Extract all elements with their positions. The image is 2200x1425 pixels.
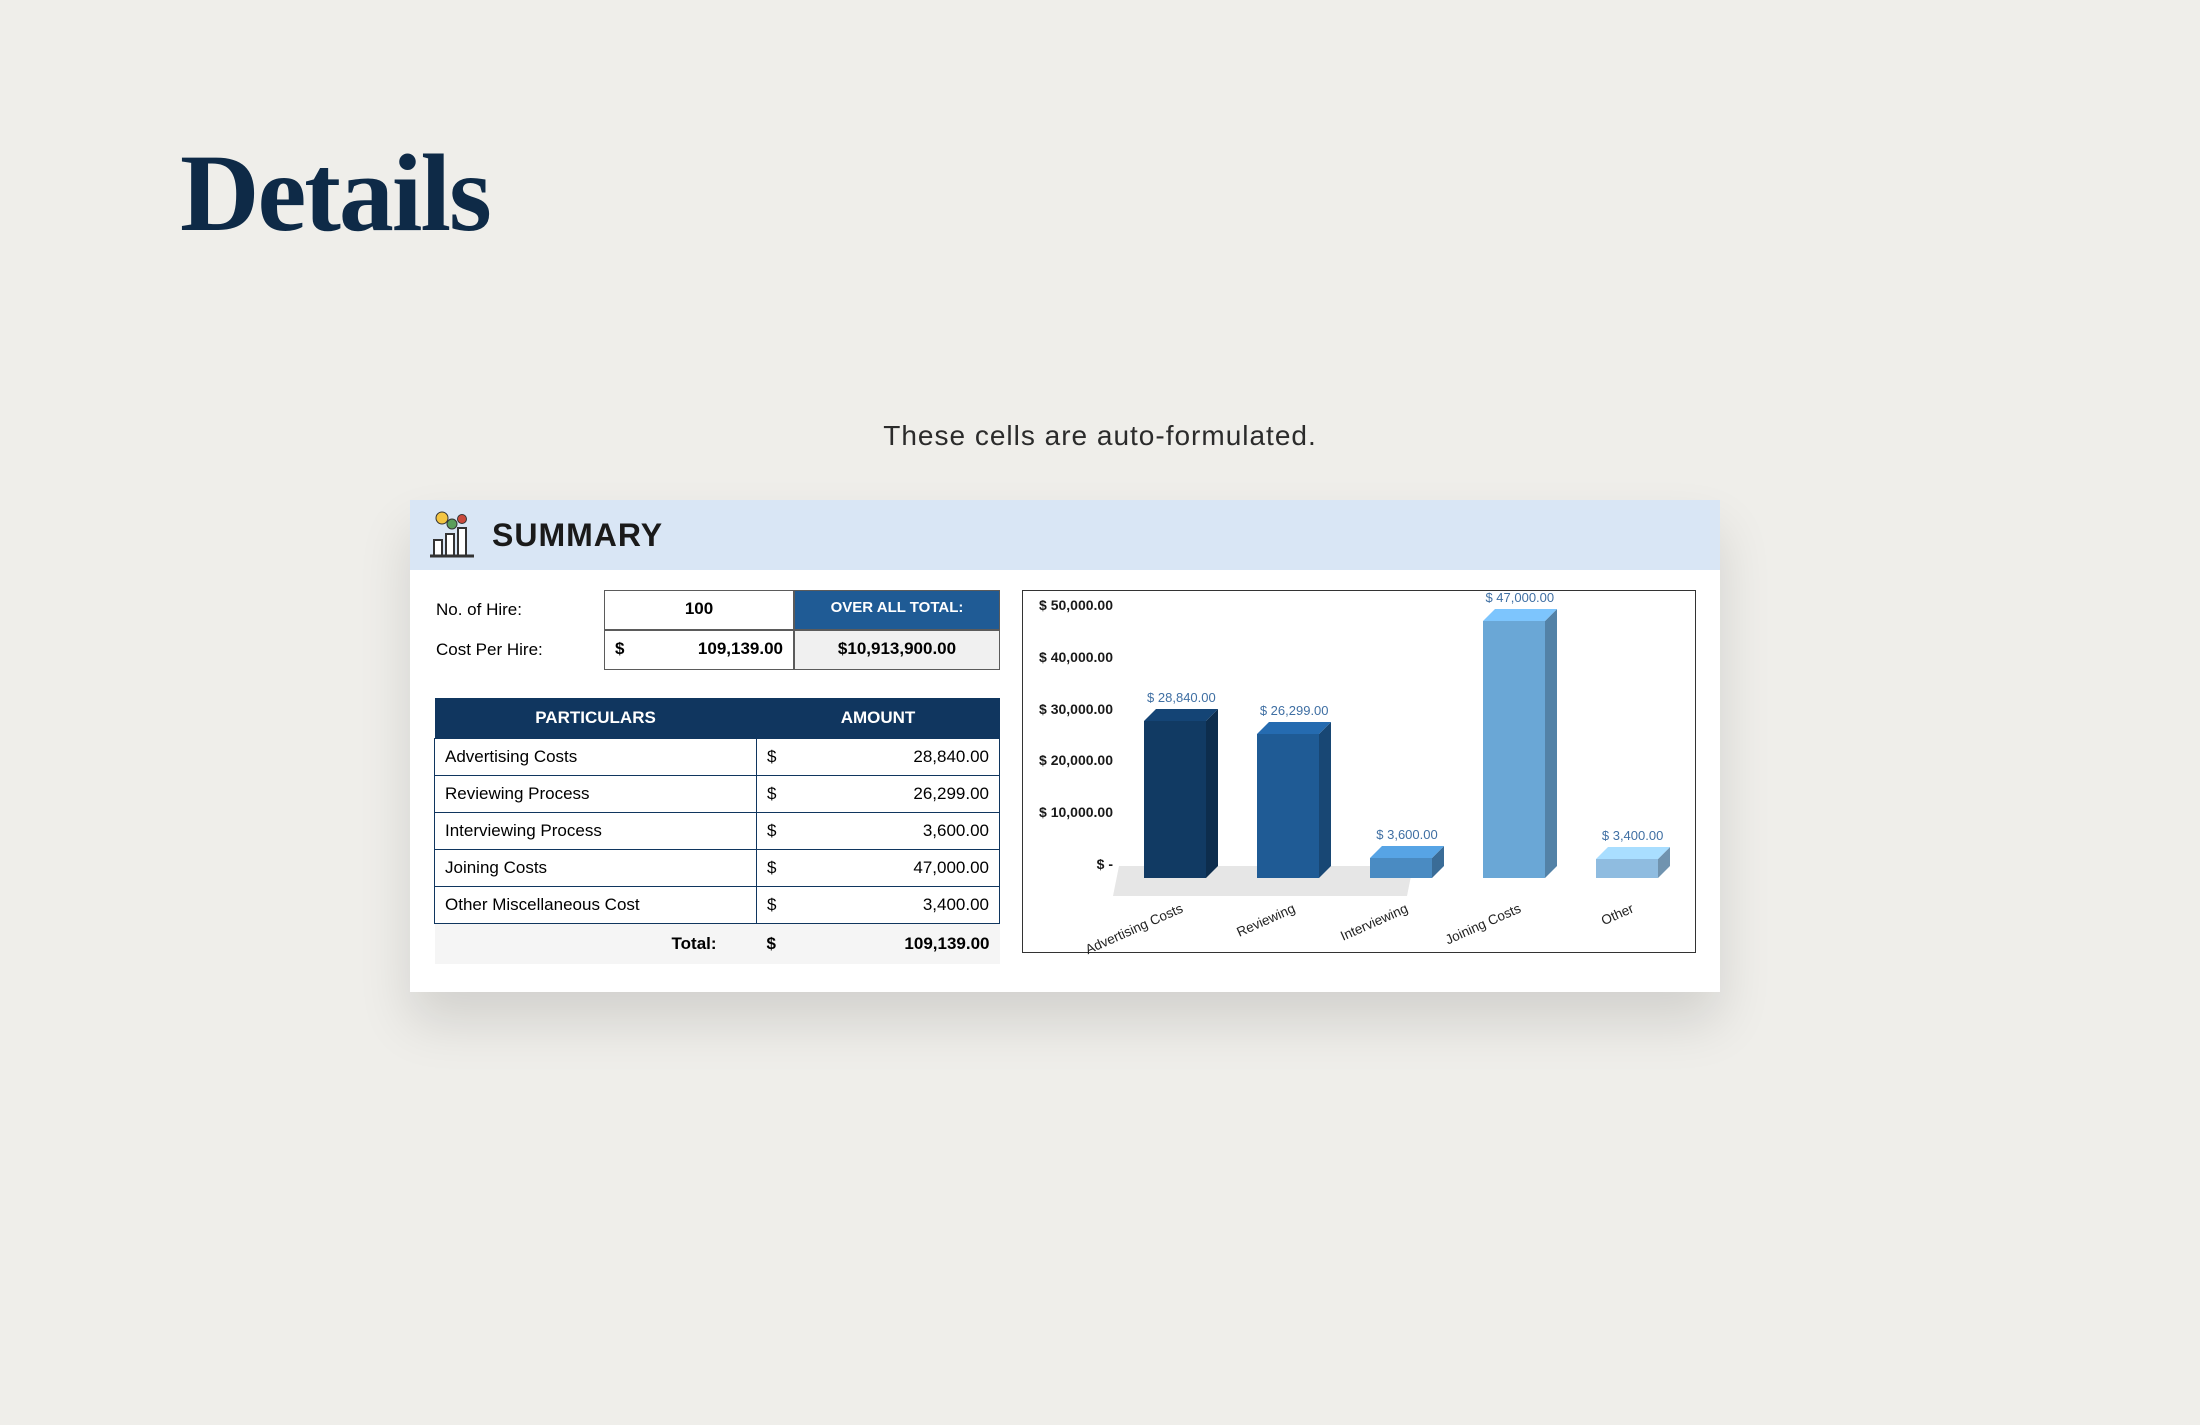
overall-total-value: $10,913,900.00 [794, 630, 1000, 670]
page-subtitle: These cells are auto-formulated. [0, 420, 2200, 452]
particulars-table: PARTICULARS AMOUNT Advertising Costs $28… [434, 698, 1000, 964]
summary-card: SUMMARY No. of Hire: 100 OVER ALL TOTAL:… [410, 500, 1720, 992]
total-amount: $109,139.00 [757, 924, 1000, 965]
col-amount: AMOUNT [757, 698, 1000, 739]
total-label: Total: [435, 924, 757, 965]
page-title: Details [180, 130, 490, 257]
y-tick: $ 50,000.00 [1023, 598, 1119, 612]
row-name: Reviewing Process [435, 776, 757, 813]
summary-left-panel: No. of Hire: 100 OVER ALL TOTAL: Cost Pe… [434, 590, 1000, 964]
chart-bar-label: $ 3,600.00 [1376, 827, 1437, 842]
hire-count-label: No. of Hire: [434, 590, 604, 630]
hire-count-value: 100 [604, 590, 794, 630]
chart-x-label: Interviewing [1338, 901, 1410, 944]
y-tick: $ 40,000.00 [1023, 650, 1119, 664]
chart-bar [1370, 846, 1444, 878]
table-row: Interviewing Process $3,600.00 [435, 813, 1000, 850]
col-particulars: PARTICULARS [435, 698, 757, 739]
row-amount: $3,400.00 [757, 887, 1000, 924]
chart-bar-label: $ 3,400.00 [1602, 828, 1663, 843]
cost-per-hire-amount: 109,139.00 [698, 639, 783, 659]
y-tick: $ - [1023, 857, 1119, 871]
table-row: Joining Costs $47,000.00 [435, 850, 1000, 887]
chart-x-axis: Advertising CostsReviewingInterviewingJo… [1119, 884, 1683, 948]
cost-per-hire-value: $ 109,139.00 [604, 630, 794, 670]
cost-per-hire-label: Cost Per Hire: [434, 630, 604, 670]
summary-label: SUMMARY [492, 517, 663, 554]
chart-x-label: Advertising Costs [1083, 901, 1185, 957]
table-row: Other Miscellaneous Cost $3,400.00 [435, 887, 1000, 924]
table-row: Advertising Costs $28,840.00 [435, 739, 1000, 776]
chart-bar [1257, 722, 1331, 878]
chart-x-label: Reviewing [1234, 901, 1297, 940]
chart-bar-label: $ 26,299.00 [1260, 703, 1329, 718]
y-tick: $ 10,000.00 [1023, 805, 1119, 819]
row-amount: $47,000.00 [757, 850, 1000, 887]
row-amount: $26,299.00 [757, 776, 1000, 813]
bar-chart-icon [428, 510, 478, 560]
chart-bar [1483, 609, 1557, 878]
chart-y-axis: $ 50,000.00 $ 40,000.00 $ 30,000.00 $ 20… [1023, 605, 1119, 878]
chart-bar-label: $ 28,840.00 [1147, 690, 1216, 705]
y-tick: $ 20,000.00 [1023, 753, 1119, 767]
row-name: Other Miscellaneous Cost [435, 887, 757, 924]
y-tick: $ 30,000.00 [1023, 702, 1119, 716]
cost-per-hire-currency: $ [615, 639, 624, 659]
overall-total-label: OVER ALL TOTAL: [794, 590, 1000, 630]
bar-chart: $ 50,000.00 $ 40,000.00 $ 30,000.00 $ 20… [1022, 590, 1696, 953]
chart-x-label: Other [1599, 901, 1636, 928]
summary-header: SUMMARY [410, 500, 1720, 570]
chart-bar [1144, 709, 1218, 878]
chart-bar-label: $ 47,000.00 [1485, 590, 1554, 605]
row-name: Joining Costs [435, 850, 757, 887]
row-amount: $28,840.00 [757, 739, 1000, 776]
chart-x-label: Joining Costs [1443, 901, 1523, 948]
row-amount: $3,600.00 [757, 813, 1000, 850]
chart-bar [1596, 847, 1670, 878]
chart-plot-area: $ 28,840.00$ 26,299.00$ 3,600.00$ 47,000… [1119, 605, 1683, 878]
row-name: Advertising Costs [435, 739, 757, 776]
row-name: Interviewing Process [435, 813, 757, 850]
table-row: Reviewing Process $26,299.00 [435, 776, 1000, 813]
